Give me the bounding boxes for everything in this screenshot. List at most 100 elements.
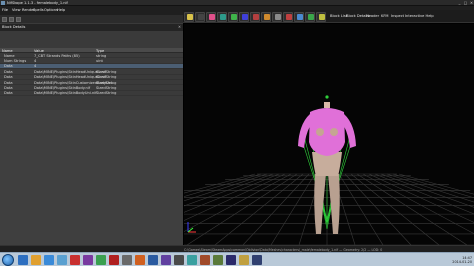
row-type: SizedString [96, 85, 117, 90]
taskbar-app-button[interactable] [174, 255, 184, 265]
column-type[interactable]: Type [96, 49, 104, 53]
taskbar-app-button[interactable] [200, 255, 210, 265]
toolbar-icon-2 [197, 14, 204, 20]
toolbar-icon-6 [241, 14, 248, 20]
toolbar-icon-1 [186, 14, 193, 20]
left-tool-icon-2[interactable] [9, 16, 14, 22]
system-tray-clock[interactable]: 14:47 2014-01-20 [452, 256, 472, 264]
grid-line [350, 173, 440, 245]
toolbar-button-1[interactable] [184, 11, 194, 22]
toolbar-button-7[interactable] [250, 11, 260, 22]
toolbar-button-4[interactable] [217, 11, 227, 22]
row-value: Data\MINE\Plugins\SkinBodyUni.nif [34, 91, 97, 96]
maximize-button[interactable]: □ [463, 1, 468, 5]
taskbar-app-button[interactable] [57, 255, 67, 265]
toolbar-icon-7 [252, 14, 259, 20]
toolbar-header[interactable]: Header [366, 14, 379, 18]
menu-help[interactable]: Help [57, 8, 65, 12]
grid-line [184, 173, 262, 197]
toolbar-button-12[interactable] [305, 11, 315, 22]
clock-date: 2014-01-20 [452, 260, 472, 264]
status-text: C:\Games\Steam\SteamApps\common\Oblivion… [184, 247, 383, 252]
row-value: 4 [34, 58, 37, 63]
menu-options[interactable]: Options [44, 8, 58, 12]
minimize-button[interactable]: _ [457, 1, 462, 5]
taskbar-app-button[interactable] [83, 255, 93, 265]
render-viewport[interactable] [184, 24, 474, 245]
taskbar-app-button[interactable] [187, 255, 197, 265]
row-type: uint [96, 58, 103, 63]
taskbar-app-button[interactable] [70, 255, 80, 265]
toolbar-button-3[interactable] [206, 11, 216, 22]
taskbar-app-button[interactable] [135, 255, 145, 265]
toolbar-icon-10 [285, 14, 292, 20]
menu-file[interactable]: File [2, 8, 8, 12]
toolbar-block-list[interactable]: Block List [330, 14, 347, 18]
toolbar-button-2[interactable] [195, 11, 205, 22]
left-toolrow [0, 15, 183, 23]
toolbar-interactive-help[interactable]: Interactive Help [405, 14, 434, 18]
row-name: Name [4, 53, 15, 58]
row-name: Data [4, 69, 13, 74]
row-name: Data [4, 80, 13, 85]
left-panel-empty-area [0, 110, 183, 252]
toolbar-button-11[interactable] [294, 11, 304, 22]
toolbar-button-6[interactable] [239, 11, 249, 22]
table-row[interactable]: Data Data\MINE\Plugins\SkinBodyUni.nif Siz… [0, 91, 183, 97]
grid-line [186, 173, 298, 245]
taskbar-app-button[interactable] [122, 255, 132, 265]
column-name[interactable]: Name [2, 49, 13, 53]
taskbar-app-button[interactable] [213, 255, 223, 265]
toolbar-icon-12 [307, 14, 314, 20]
toolbar-inspect[interactable]: Inspect [391, 14, 404, 18]
row-value: 7_CBT Strands Paths (85) [34, 53, 80, 58]
toolbar-icon-5 [230, 14, 237, 20]
left-tool-icon-3[interactable] [16, 16, 21, 22]
row-name: Num Strings [4, 58, 27, 63]
row-value: Data\MINE\Plugins\SkinBody.nif [34, 85, 91, 90]
taskbar-app-button[interactable] [109, 255, 119, 265]
toolbar-kfm[interactable]: KFM [381, 14, 389, 18]
grid-line [184, 173, 280, 213]
viewport-scene [184, 95, 474, 245]
grid-line [362, 173, 474, 235]
block-details-panel: Block Details ✕ Name Value Type Name 7_CB… [0, 15, 183, 260]
taskbar-app-button[interactable] [239, 255, 249, 265]
row-type: SizedString [96, 80, 117, 85]
row-type: SizedString [96, 91, 117, 96]
status-bar: C:\Games\Steam\SteamApps\common\Oblivion… [0, 245, 474, 252]
row-name: Data [4, 75, 13, 80]
toolbar-icon-9 [274, 14, 281, 20]
close-button[interactable]: ✕ [469, 1, 474, 5]
app-icon [1, 1, 5, 5]
left-tool-icon-1[interactable] [2, 16, 7, 22]
taskbar-app-button[interactable] [18, 255, 28, 265]
toolbar-button-13[interactable] [316, 11, 326, 22]
toolbar-button-9[interactable] [272, 11, 282, 22]
window-title: NifSkope 1.1.3 - femalebody_1.nif [7, 0, 68, 5]
toolbar-button-5[interactable] [228, 11, 238, 22]
toolbar-icon-11 [296, 14, 303, 20]
taskbar-app-button[interactable] [161, 255, 171, 265]
column-value[interactable]: Value [34, 49, 44, 53]
taskbar-app-button[interactable] [148, 255, 158, 265]
row-name: Data [4, 91, 13, 96]
taskbar-app-button[interactable] [44, 255, 54, 265]
grid-line [368, 173, 474, 223]
taskbar-app-button[interactable] [252, 255, 262, 265]
toolbar-icon-4 [219, 14, 226, 20]
row-type: string [96, 53, 107, 58]
menu-view[interactable]: View [12, 8, 21, 12]
menu-spells[interactable]: Spells [33, 8, 44, 12]
close-icon[interactable]: ✕ [178, 24, 181, 31]
start-button[interactable] [2, 254, 14, 266]
block-details-table: Name 7_CBT Strands Paths (85) string Num St… [0, 53, 183, 97]
row-name: Data [4, 85, 13, 90]
grid-line [214, 173, 304, 245]
toolbar-button-10[interactable] [283, 11, 293, 22]
taskbar-app-button[interactable] [226, 255, 236, 265]
grid-line [374, 173, 474, 215]
taskbar-app-button[interactable] [31, 255, 41, 265]
taskbar-app-button[interactable] [96, 255, 106, 265]
toolbar-button-8[interactable] [261, 11, 271, 22]
